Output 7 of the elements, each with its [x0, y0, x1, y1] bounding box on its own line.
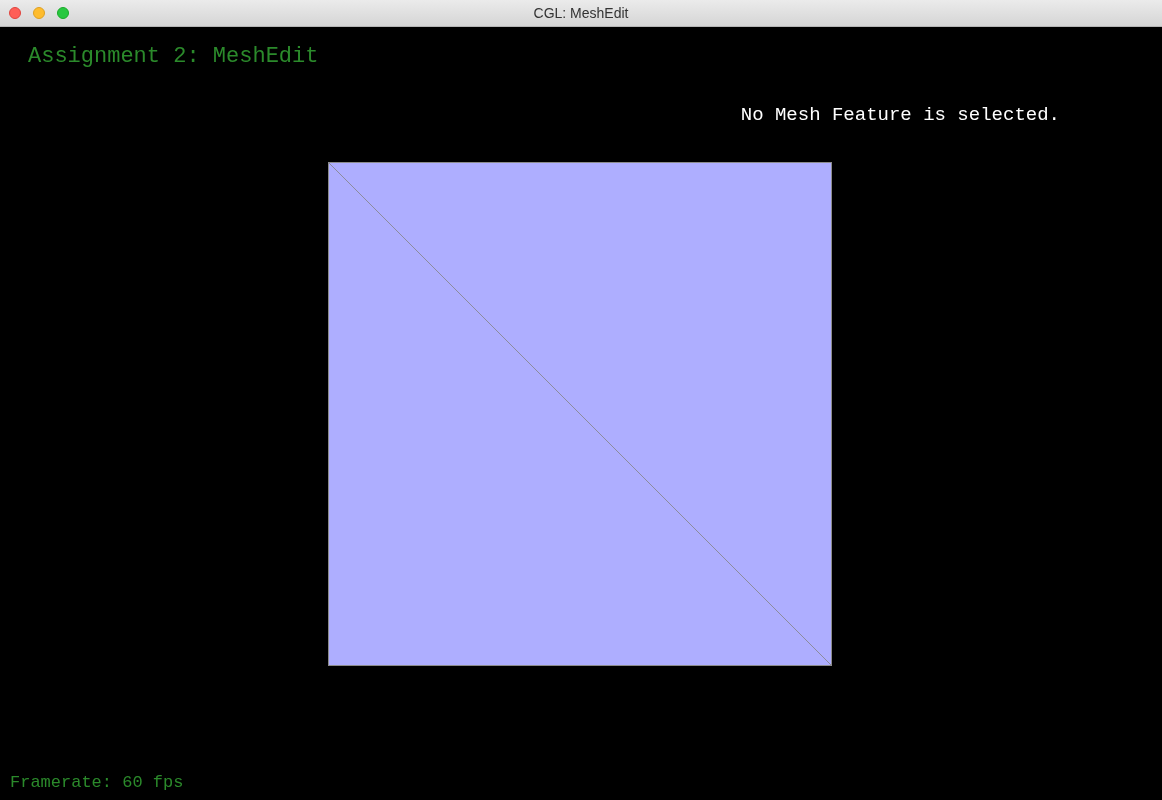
zoom-button[interactable]	[57, 7, 69, 19]
framerate-text: Framerate: 60 fps	[10, 773, 184, 792]
heading: Assignment 2: MeshEdit	[28, 44, 319, 69]
close-button[interactable]	[9, 7, 21, 19]
window-title: CGL: MeshEdit	[533, 5, 629, 21]
minimize-button[interactable]	[33, 7, 45, 19]
selection-info: No Mesh Feature is selected.	[740, 104, 1060, 126]
